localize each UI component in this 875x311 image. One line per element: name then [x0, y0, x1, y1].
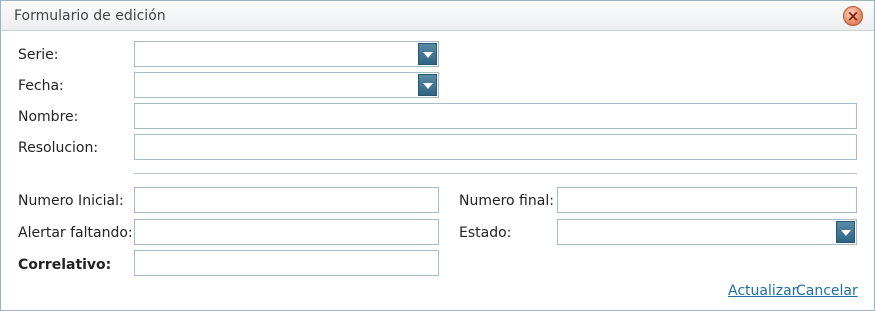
serie-label: Serie: [18, 47, 59, 63]
serie-select[interactable] [134, 41, 439, 67]
estado-select[interactable] [557, 219, 857, 245]
resolucion-input[interactable] [134, 134, 857, 160]
edit-form-window: Formulario de edición × Serie: Fecha: No… [0, 0, 875, 311]
chevron-down-icon[interactable] [836, 221, 855, 243]
numero-final-label: Numero final: [459, 193, 554, 209]
close-icon: × [846, 7, 860, 25]
correlativo-label: Correlativo: [18, 257, 112, 273]
close-button[interactable]: × [843, 6, 863, 26]
numero-final-input[interactable] [557, 187, 857, 213]
nombre-label: Nombre: [18, 109, 79, 125]
correlativo-input[interactable] [134, 250, 439, 276]
alertar-faltando-input[interactable] [134, 219, 439, 245]
estado-label: Estado: [459, 225, 512, 241]
fecha-select[interactable] [134, 72, 439, 98]
alertar-faltando-label: Alertar faltando: [18, 225, 133, 241]
chevron-down-icon[interactable] [418, 43, 437, 65]
numero-inicial-label: Numero Inicial: [18, 193, 124, 209]
chevron-down-icon[interactable] [418, 74, 437, 96]
numero-inicial-input[interactable] [134, 187, 439, 213]
cancel-link[interactable]: Cancelar [796, 283, 858, 299]
fecha-label: Fecha: [18, 78, 64, 94]
window-title: Formulario de edición [14, 8, 166, 24]
section-divider [134, 173, 857, 174]
update-link[interactable]: Actualizar [728, 283, 797, 299]
title-bar: Formulario de edición × [1, 1, 874, 31]
nombre-input[interactable] [134, 103, 857, 129]
resolucion-label: Resolucion: [18, 140, 99, 156]
